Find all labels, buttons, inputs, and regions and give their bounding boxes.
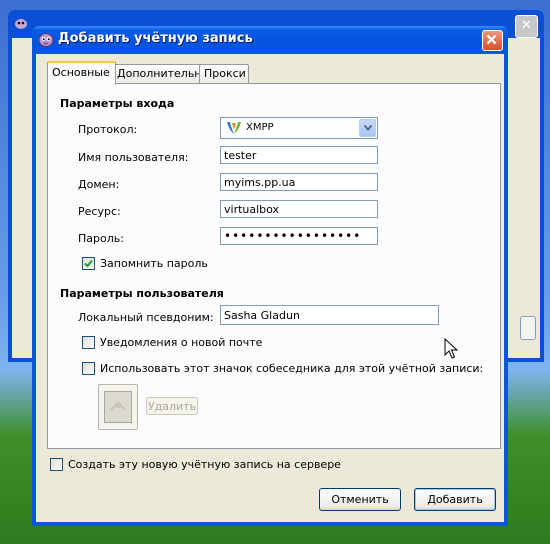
remember-password-label[interactable]: Запомнить пароль bbox=[100, 257, 208, 270]
buddy-icon-image bbox=[104, 391, 132, 423]
title-bar[interactable]: Добавить учётную запись bbox=[32, 26, 508, 54]
register-account-label[interactable]: Создать эту новую учётную запись на серв… bbox=[68, 458, 341, 471]
close-icon[interactable] bbox=[482, 30, 503, 51]
add-button[interactable]: Добавить bbox=[414, 488, 496, 511]
mail-notification-checkbox[interactable] bbox=[82, 336, 95, 349]
username-label: Имя пользователя: bbox=[78, 151, 189, 164]
resource-field[interactable]: virtualbox bbox=[220, 200, 378, 218]
protocol-label: Протокол: bbox=[78, 123, 138, 136]
mail-notification-label[interactable]: Уведомления о новой почте bbox=[100, 336, 262, 349]
password-field[interactable]: ••••••••••••••••• bbox=[220, 227, 378, 245]
background-close-icon[interactable]: ✕ bbox=[515, 15, 538, 38]
pidgin-icon bbox=[38, 33, 54, 47]
remove-icon-button[interactable]: Удалить bbox=[146, 397, 198, 415]
xmpp-icon bbox=[227, 122, 241, 134]
resource-label: Ресурс: bbox=[78, 205, 121, 218]
window-frame: Основные Дополнительно Прокси Параметры … bbox=[32, 54, 508, 526]
alias-field[interactable]: Sasha Gladun bbox=[220, 305, 439, 325]
remember-password-checkbox[interactable] bbox=[82, 257, 95, 270]
password-label: Пароль: bbox=[78, 232, 124, 245]
tab-advanced[interactable]: Дополнительно bbox=[112, 64, 208, 83]
register-account-checkbox[interactable] bbox=[50, 458, 63, 471]
domain-label: Домен: bbox=[78, 178, 120, 191]
cancel-button[interactable]: Отменить bbox=[319, 488, 401, 511]
buddy-icon-checkbox[interactable] bbox=[82, 362, 95, 375]
tab-basic[interactable]: Основные bbox=[47, 61, 116, 85]
protocol-select[interactable]: XMPP bbox=[220, 117, 378, 139]
window-title: Добавить учётную запись bbox=[58, 31, 253, 46]
dialog-client-area: Основные Дополнительно Прокси Параметры … bbox=[36, 54, 504, 522]
alias-label: Локальный псевдоним: bbox=[78, 311, 214, 324]
login-section-title: Параметры входа bbox=[60, 97, 175, 110]
mouse-cursor-icon bbox=[444, 338, 458, 359]
pidgin-icon bbox=[15, 19, 27, 29]
add-account-dialog: Добавить учётную запись Основные Дополни… bbox=[32, 26, 508, 526]
checkmark-icon bbox=[84, 259, 93, 268]
background-button[interactable] bbox=[520, 316, 536, 340]
image-placeholder-icon bbox=[110, 402, 126, 411]
protocol-value: XMPP bbox=[246, 122, 274, 133]
buddy-icon-button[interactable] bbox=[98, 384, 138, 430]
chevron-down-icon[interactable] bbox=[359, 119, 376, 137]
tab-panel: Параметры входа Протокол: XMPP Имя польз… bbox=[47, 83, 501, 449]
tab-proxy[interactable]: Прокси bbox=[199, 64, 249, 83]
domain-field[interactable]: myims.pp.ua bbox=[220, 173, 378, 191]
buddy-icon-label[interactable]: Использовать этот значок собеседника для… bbox=[100, 362, 483, 375]
user-section-title: Параметры пользователя bbox=[60, 287, 224, 300]
username-field[interactable]: tester bbox=[220, 146, 378, 164]
